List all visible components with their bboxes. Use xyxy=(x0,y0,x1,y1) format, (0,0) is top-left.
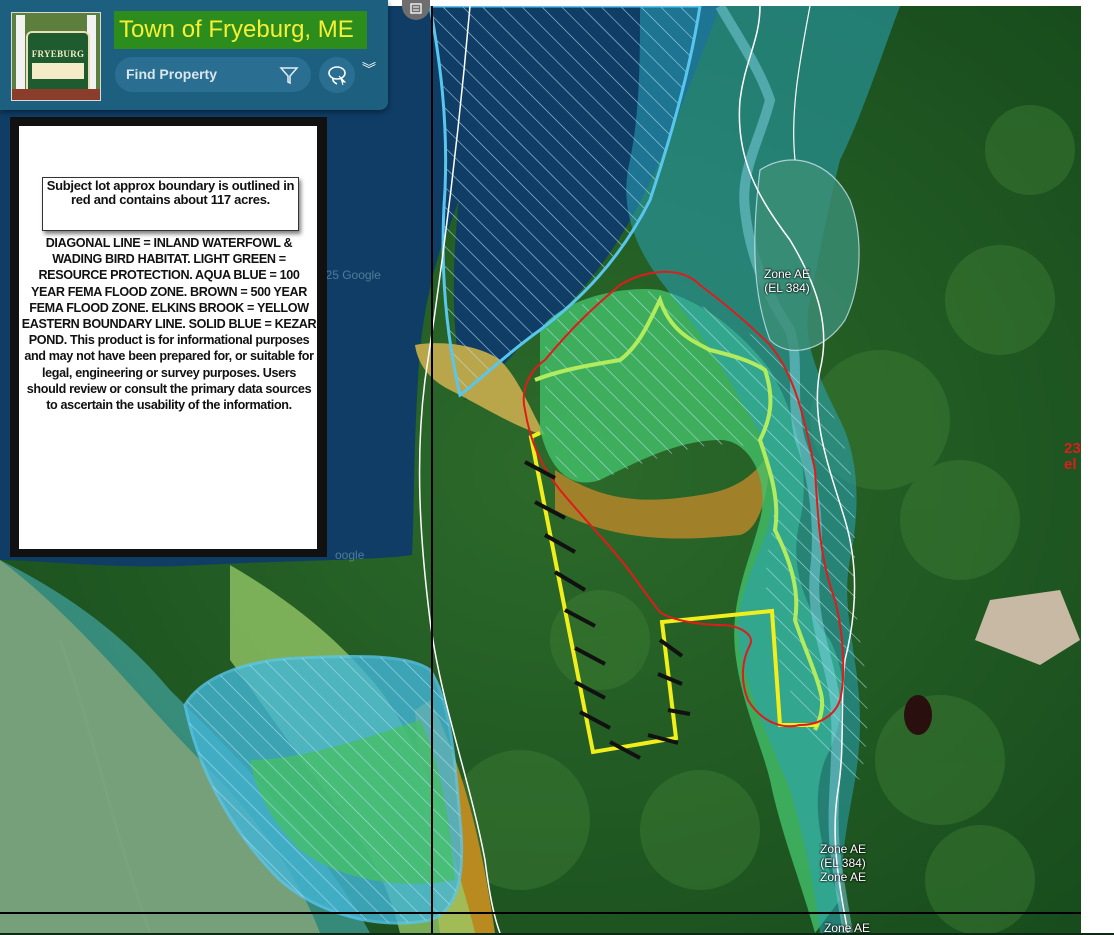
logo-text: FRYEBURG xyxy=(31,49,85,59)
town-logo: FRYEBURG xyxy=(11,12,101,101)
filter-icon[interactable] xyxy=(279,65,299,85)
lasso-select-button[interactable] xyxy=(319,57,355,93)
zone-ae-meadow xyxy=(754,159,860,351)
find-property-label: Find Property xyxy=(126,66,218,82)
widget-toggle-tab[interactable] xyxy=(402,0,430,20)
map-watermark-2: oogle xyxy=(335,548,365,562)
parcel-label: 23 el xyxy=(1064,441,1081,473)
zone-ae-label-2: Zone AE (EL 384) Zone AE xyxy=(819,842,867,884)
app-header: FRYEBURG Town of Fryeburg, ME Find Prope… xyxy=(0,0,388,110)
right-edge xyxy=(1081,0,1114,933)
find-property-search[interactable]: Find Property xyxy=(115,57,311,92)
app-title: Town of Fryeburg, ME xyxy=(114,11,367,49)
legend-description: DIAGONAL LINE = INLAND WATERFOWL & WADIN… xyxy=(21,236,317,413)
lasso-select-icon xyxy=(328,66,347,86)
legend-callout: Subject lot approx boundary is outlined … xyxy=(42,177,299,231)
zone-ae-label: Zone AE (EL 384) xyxy=(763,267,811,295)
widget-toggle-icon xyxy=(410,3,422,14)
double-chevron-down-icon[interactable]: ︾ xyxy=(362,62,376,76)
small-pond xyxy=(904,695,932,735)
